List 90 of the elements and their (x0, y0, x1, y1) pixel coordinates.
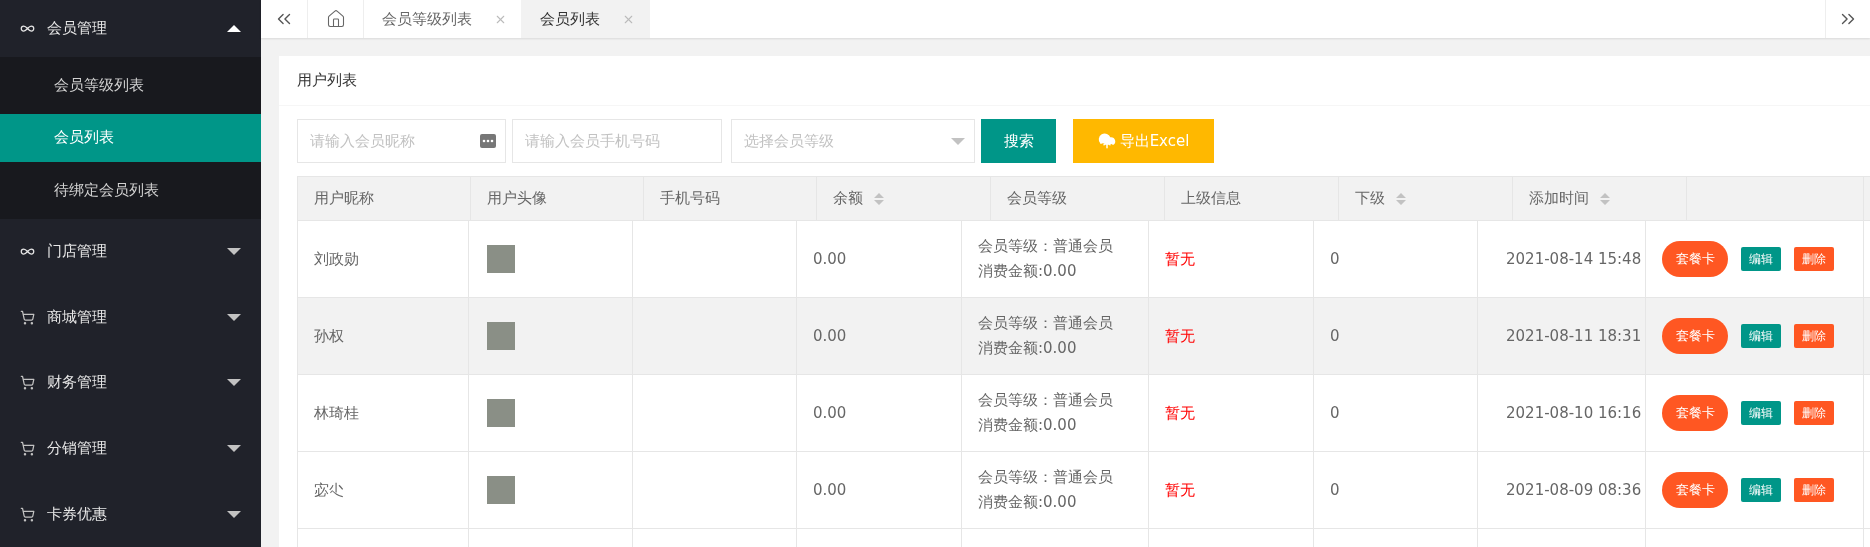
delete-button[interactable]: 删除 (1794, 478, 1834, 502)
column-header: 用户头像 (471, 177, 644, 220)
cart-icon (20, 441, 35, 456)
table-cell: 消费金额:0.00 (978, 339, 1077, 358)
caret-icon (227, 445, 241, 452)
table-cell: 暂无 (1165, 326, 1195, 346)
caret-icon (227, 24, 241, 32)
cart-icon (20, 506, 35, 522)
photo-placeholder (487, 399, 515, 427)
package-card-button[interactable]: 套餐卡 (1662, 472, 1728, 508)
column-header[interactable]: 余额 (817, 177, 991, 220)
sidebar-menu-item[interactable]: 卡券优惠 (0, 481, 261, 547)
table-cell: 0 (1330, 481, 1340, 499)
column-header: 上级信息 (1165, 177, 1339, 220)
table-cell: 暂无 (1165, 480, 1195, 500)
sidebar-menu-item[interactable]: 财务管理 (0, 350, 261, 416)
edit-button[interactable]: 编辑 (1741, 247, 1781, 271)
table-cell: 消费金额:0.00 (978, 493, 1077, 512)
table-cell: 会员等级：普通会员 (978, 314, 1113, 333)
card-title: 用户列表 (279, 56, 1870, 106)
table-cell: 会员等级：普通会员 (978, 468, 1113, 487)
sidebar-menu-item[interactable]: 会员管理 (0, 0, 261, 57)
table-cell: 2021-08-14 15:48 (1506, 250, 1642, 268)
table-cell: 消费金额:0.00 (978, 416, 1077, 435)
table-cell: 0 (1330, 250, 1340, 268)
scroll-left-button[interactable] (261, 0, 308, 38)
photo-placeholder (487, 322, 515, 350)
table-cell: 2021-08-10 16:16 (1506, 404, 1642, 422)
sidebar-menu-item[interactable]: 商城管理 (0, 284, 261, 350)
table-cell: 宓尐 (314, 480, 344, 500)
select-field[interactable]: 选择会员等级 (731, 119, 975, 163)
sort-icon[interactable] (1395, 191, 1407, 206)
sidebar-menu-item[interactable]: 分销管理 (0, 415, 261, 482)
table-cell: 林琦桂 (314, 403, 359, 423)
home-tab[interactable] (308, 0, 364, 38)
delete-button[interactable]: 删除 (1794, 401, 1834, 425)
scroll-right-button[interactable] (1825, 0, 1870, 38)
column-header: 会员等级 (991, 177, 1165, 220)
caret-icon (227, 379, 241, 387)
table-cell: 0 (1330, 404, 1340, 422)
table-cell: 会员等级：普通会员 (978, 391, 1113, 410)
photo-placeholder (487, 476, 515, 504)
tab-label: 会员列表 (540, 9, 600, 29)
delete-button[interactable]: 删除 (1794, 324, 1834, 348)
table-cell: 0.00 (813, 404, 847, 422)
sidebar-item[interactable]: 会员等级列表 (0, 56, 261, 114)
caret-icon (951, 138, 965, 145)
edit-button[interactable]: 编辑 (1741, 401, 1781, 425)
table-cell: 2021-08-09 08:36 (1506, 481, 1642, 499)
input-field[interactable]: 请输入会员昵称 (297, 119, 506, 163)
package-card-button[interactable]: 套餐卡 (1662, 241, 1728, 277)
column-header: 手机号码 (644, 177, 817, 220)
table-cell: 2021-08-11 18:31 (1506, 327, 1642, 345)
input-field[interactable]: 请输入会员手机号码 (512, 119, 722, 163)
tab-label: 会员等级列表 (382, 9, 472, 29)
sidebar-menu-item[interactable]: 门店管理 (0, 218, 261, 285)
column-header[interactable]: 下级 (1339, 177, 1513, 220)
tab[interactable]: 会员列表 (522, 0, 650, 38)
cloud-upload-icon (1097, 132, 1116, 150)
sidebar-item[interactable]: 待绑定会员列表 (0, 161, 261, 219)
table-cell: 消费金额:0.00 (978, 262, 1077, 281)
tab[interactable]: 会员等级列表 (364, 0, 522, 38)
caret-icon (227, 510, 241, 518)
caret-icon (227, 313, 241, 321)
table-cell: 孙权 (314, 326, 344, 346)
photo-placeholder (487, 245, 515, 273)
sort-icon[interactable] (873, 191, 885, 206)
home-icon (325, 9, 346, 29)
table-cell: 暂无 (1165, 403, 1195, 423)
sort-icon[interactable] (1599, 191, 1611, 206)
package-card-button[interactable]: 套餐卡 (1662, 318, 1728, 354)
ellipsis-icon (480, 134, 496, 148)
delete-button[interactable]: 删除 (1794, 247, 1834, 271)
column-header[interactable]: 添加时间 (1513, 177, 1687, 220)
sidebar-item[interactable]: 会员列表 (0, 113, 261, 162)
column-header: 用户昵称 (298, 177, 471, 220)
table-cell: 0.00 (813, 327, 847, 345)
edit-button[interactable]: 编辑 (1741, 324, 1781, 348)
caret-icon (227, 248, 241, 256)
package-card-button[interactable]: 套餐卡 (1662, 395, 1728, 431)
table-cell: 会员等级：普通会员 (978, 237, 1113, 256)
table-cell: 暂无 (1165, 249, 1195, 269)
cart-icon (20, 375, 35, 391)
table-cell: 刘政勋 (314, 249, 359, 269)
table-cell: 0.00 (813, 250, 847, 268)
search-button[interactable]: 搜索 (981, 119, 1056, 163)
cart-icon (20, 309, 35, 325)
table-cell: 0.00 (813, 481, 847, 499)
table-cell: 0 (1330, 327, 1340, 345)
edit-button[interactable]: 编辑 (1741, 478, 1781, 502)
